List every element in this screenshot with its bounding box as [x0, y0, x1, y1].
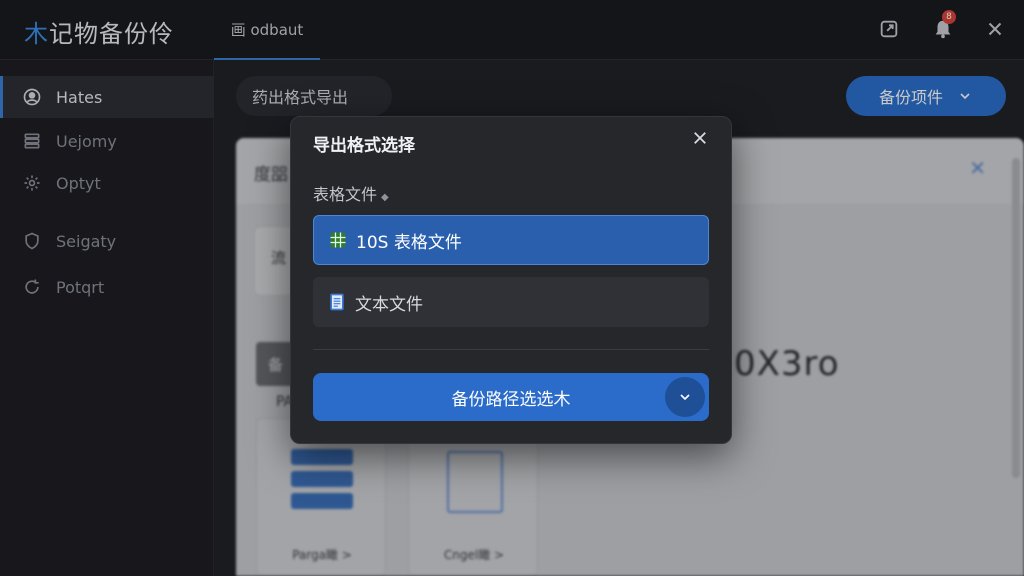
- export-format-dialog: 导出格式选择 表格文件 ◆ 10S 表格文件 文本文件 备份路径选选木: [290, 116, 732, 444]
- app-window: 木记物备份伶 画 odbaut 8 Hates Uejomy Optyt Sei…: [0, 0, 1024, 576]
- section-label-text: 表格文件: [313, 185, 378, 204]
- dialog-title: 导出格式选择: [313, 136, 415, 156]
- section-label: 表格文件 ◆: [313, 181, 389, 205]
- spreadsheet-icon: [330, 232, 346, 248]
- chevron-down-icon[interactable]: [665, 377, 705, 417]
- dialog-divider: [313, 349, 709, 350]
- backup-path-select-button[interactable]: 备份路径选选木: [313, 373, 709, 421]
- backup-path-label: 备份路径选选木: [451, 389, 571, 410]
- option-spreadsheet[interactable]: 10S 表格文件: [313, 215, 709, 265]
- option-label: 10S 表格文件: [356, 232, 462, 253]
- dialog-close-icon[interactable]: [691, 129, 715, 153]
- option-label: 文本文件: [355, 294, 423, 315]
- option-text-file[interactable]: 文本文件: [313, 277, 709, 327]
- section-marker-icon: ◆: [381, 192, 389, 203]
- document-icon: [330, 293, 344, 311]
